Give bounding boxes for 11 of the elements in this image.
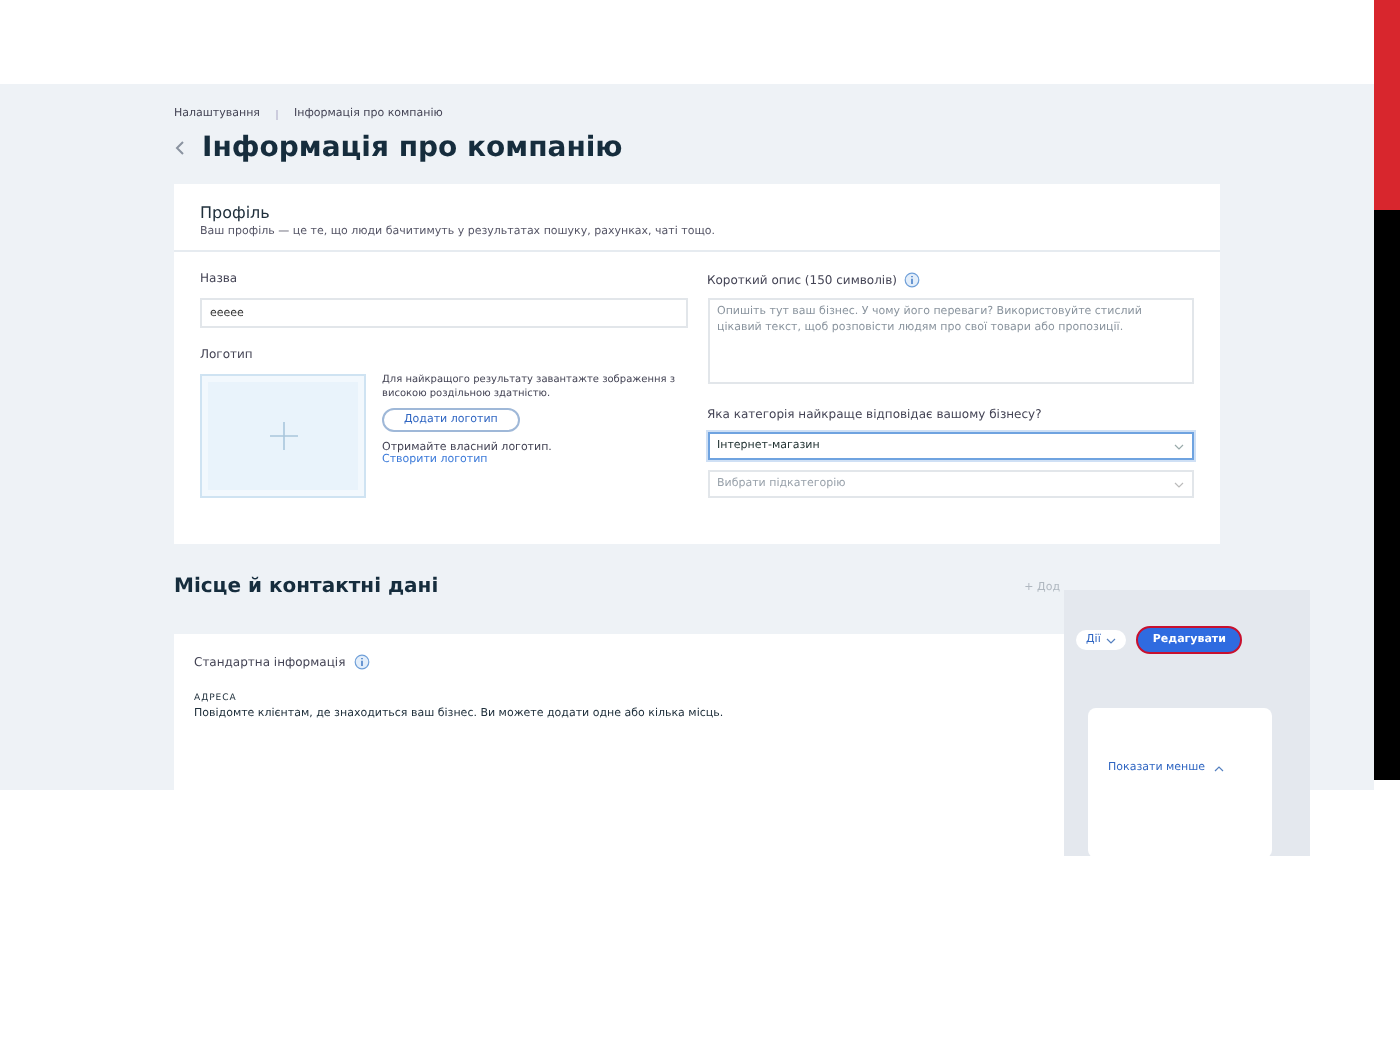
section-heading: Місце й контактні дані	[174, 576, 439, 598]
info-icon[interactable]	[353, 654, 370, 670]
chevron-up-icon	[1213, 765, 1224, 771]
chevron-down-icon	[1174, 443, 1184, 449]
back-chevron-icon[interactable]	[174, 140, 186, 156]
page-title: Інформація про компанію	[202, 132, 623, 164]
info-icon[interactable]	[904, 272, 921, 288]
plus-icon	[269, 422, 297, 450]
section-title: Профіль	[200, 204, 272, 222]
chevron-down-icon	[1106, 637, 1117, 643]
chevron-down-icon	[1174, 481, 1184, 487]
